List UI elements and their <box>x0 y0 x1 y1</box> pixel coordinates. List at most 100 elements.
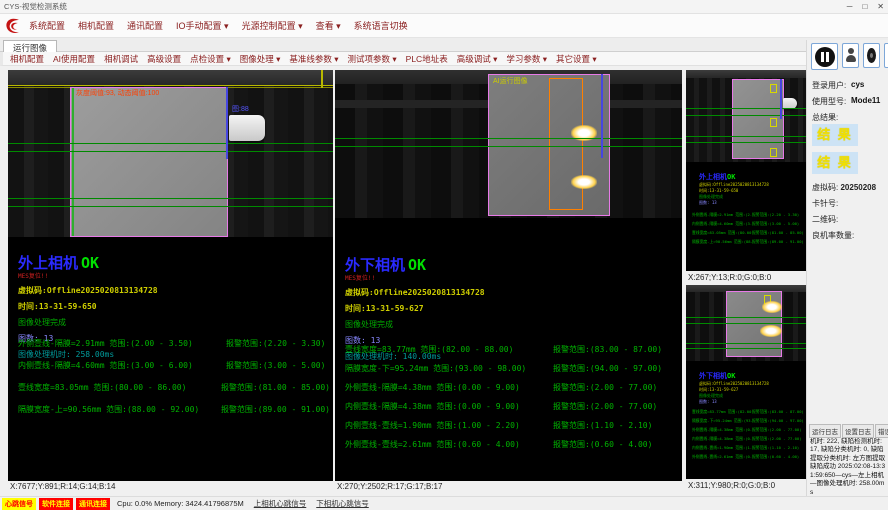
measurement-value: 内侧壹线-壹线=1.90mm 范围:(1.00 - 2.20) <box>345 420 553 439</box>
mes-status: MES复位!! <box>18 271 158 280</box>
thumbnail-canvas-lower[interactable]: 外下相机OK 虚拟码:Offline2025020813134728 时间:13… <box>686 285 806 479</box>
process-done: 图像处理完成 <box>18 317 158 328</box>
login-user-value: cys <box>851 80 864 89</box>
measurement-value: 外侧壹线-隔膜=2.91mm 范围:(2.00 - 3.50) <box>18 338 226 360</box>
main-area: 灰度阈值:93, 动态阈值:100 图:88 外上相机OK MES复位!! 虚拟… <box>0 66 806 496</box>
virtual-code-value: 20250208 <box>840 183 876 192</box>
software-link-badge: 软件连接 <box>39 498 73 510</box>
log-output[interactable]: 机时: 222, 缺陷检测机时: 17, 缺陷分类机时: 0, 缺陷提取分类机时… <box>810 438 886 494</box>
menu-item[interactable]: 查看 ▾ <box>316 19 341 32</box>
detected-part <box>70 87 228 237</box>
camera-title: 外下相机OK <box>345 258 485 273</box>
maximize-icon[interactable]: □ <box>862 0 867 14</box>
toolbar-item[interactable]: 其它设置 ▾ <box>556 53 597 65</box>
pause-icon <box>815 47 835 67</box>
right-sidebar: 登录用户: cys 使用型号: Mode11 总结果: 结 果 结 果 虚拟码:… <box>806 40 888 496</box>
menu-item[interactable]: 相机配置 <box>78 19 114 32</box>
measurement-row: 外侧壹线-壹线=2.61mm 范围:(0.60 - 4.00) 报警范围:(0.… <box>345 439 677 458</box>
menu-item[interactable]: 通讯配置 <box>127 19 163 32</box>
alarm-range: 报警范围:(89.00 - 91.00) <box>221 404 330 426</box>
toolbar-item[interactable]: AI使用配置 <box>53 53 95 65</box>
close-icon[interactable]: ✕ <box>877 0 884 14</box>
timestamp: 时间:13-31-59-627 <box>345 303 485 314</box>
camera-image-lower: AI运行图像 <box>335 70 682 218</box>
upper-camera-heartbeat-link[interactable]: 上相机心跳信号 <box>254 498 307 509</box>
reflection-spot <box>762 301 782 313</box>
alarm-range: 报警范围:(2.00 - 77.00) <box>553 401 657 420</box>
measurement-row: 内侧壹线-壹线=1.90mm 范围:(1.00 - 2.20) 报警范围:(1.… <box>345 420 677 439</box>
menu-item[interactable]: 光源控制配置 ▾ <box>242 19 303 32</box>
thumbnail-view-upper: 外上相机OK 虚拟码:Offline2025020813134728 时间:13… <box>686 70 806 283</box>
title-bar: CYS-视觉检测系统 ─ □ ✕ <box>0 0 888 14</box>
app-logo-icon <box>3 16 23 36</box>
timestamp: 时间:13-31-59-650 <box>18 301 158 312</box>
ai-detect-box <box>770 148 777 157</box>
exit-button[interactable] <box>884 43 888 68</box>
measurement-value: 内侧壹线-隔膜=4.60mm 范围:(3.00 - 6.00) <box>18 360 226 382</box>
toolbar-item[interactable]: 高级调试 ▾ <box>457 53 498 65</box>
pixel-readout-lower: X:270;Y:2502;R:17;G:17;B:17 <box>335 481 682 492</box>
measurement-value: 内侧壹线-隔膜=4.38mm 范围:(0.00 - 9.00) <box>345 401 553 420</box>
window-title: CYS-视觉检测系统 <box>0 0 888 14</box>
menu-item[interactable]: 系统配置 <box>29 19 65 32</box>
camera-image-upper: 灰度阈值:93, 动态阈值:100 图:88 <box>8 70 333 237</box>
window-controls: ─ □ ✕ <box>847 0 884 14</box>
yield-count-label: 良机率数量: <box>812 230 854 241</box>
ai-detect-box <box>770 118 777 127</box>
model-value: Mode11 <box>851 96 880 105</box>
lower-camera-heartbeat-link[interactable]: 下相机心跳信号 <box>316 498 369 509</box>
total-result-label: 总结果: <box>812 112 838 123</box>
result-badge-upper: 结 果 <box>812 124 858 146</box>
toolbar-item[interactable]: 测试项参数 ▾ <box>348 53 397 65</box>
camera-view-upper: 灰度阈值:93, 动态阈值:100 图:88 外上相机OK MES复位!! 虚拟… <box>8 70 333 492</box>
thumbnail-image <box>686 285 806 361</box>
measurement-row: 隔膜宽度-上=90.56mm 范围:(88.00 - 92.00) 报警范围:(… <box>18 404 330 426</box>
pause-button[interactable] <box>811 43 838 70</box>
thumbnail-measurements: 壹线宽度=83.77mm 范围:(82.00 - 88.00) 报警范围:(83… <box>692 409 804 463</box>
measurement-row: 外侧壹线-隔膜=4.38mm 范围:(0.00 - 9.00) 报警范围:(2.… <box>345 382 677 401</box>
toolbar-item[interactable]: 学习参数 ▾ <box>506 53 547 65</box>
minimize-icon[interactable]: ─ <box>847 0 853 14</box>
login-user-label: 登录用户: <box>812 80 846 91</box>
alarm-range: 报警范围:(3.00 - 5.00) <box>226 360 325 382</box>
app-window: CYS-视觉检测系统 ─ □ ✕ 系统配置相机配置通讯配置IO手动配置 ▾光源控… <box>0 0 888 522</box>
camera-canvas-lower[interactable]: AI运行图像 外下相机OK MES复位!! 虚拟码:Offline2025020… <box>335 70 682 481</box>
log-tab[interactable]: 运行日志 <box>809 424 841 438</box>
reflection-spot <box>760 325 782 337</box>
measurement-row: 壹线宽度=83.05mm 范围:(80.00 - 86.00) 报警范围:(81… <box>18 382 330 404</box>
menu-bar: 系统配置相机配置通讯配置 IO手动配置 ▾ 光源控制配置 ▾ 查看 ▾ 系统语言切换 <box>0 14 888 38</box>
toolbar-item[interactable]: PLC地址表 <box>406 53 448 65</box>
toolbar-item[interactable]: 基准线参数 ▾ <box>289 53 338 65</box>
measurement-row: 内侧壹线-隔膜=4.60mm 范围:(3.00 - 6.00) 报警范围:(3.… <box>18 360 330 382</box>
log-tab[interactable]: 设置日志 <box>842 424 874 438</box>
thumbnail-canvas-upper[interactable]: 外上相机OK 虚拟码:Offline2025020813134728 时间:13… <box>686 70 806 271</box>
lock-button[interactable] <box>863 43 880 68</box>
qr-code-label: 二维码: <box>812 214 838 225</box>
measurement-row: 隔膜宽度-下=95.24mm 范围:(93.00 - 98.00) 报警范围:(… <box>345 363 677 382</box>
virtual-code: 虚拟码:Offline2025020813134728 <box>345 287 485 298</box>
login-user-button[interactable] <box>842 43 859 68</box>
heartbeat-badge: 心跳信号 <box>2 498 36 510</box>
measurement-value: 隔膜宽度-下=95.24mm 范围:(93.00 - 98.00) <box>345 363 553 382</box>
log-tab[interactable]: 错误日志 <box>875 424 888 438</box>
measurement-row: 壹线宽度=83.77mm 范围:(82.00 - 88.00) 报警范围:(83… <box>345 344 677 363</box>
model-label: 使用型号: <box>812 96 846 107</box>
alarm-range: 报警范围:(2.00 - 77.00) <box>553 382 657 401</box>
toolbar: 相机配置 AI使用配置相机调试高级设置点检设置 ▾ 图像处理 ▾ 基准线参数 ▾ 测试项… <box>0 52 806 66</box>
thumbnail-overlay: 外下相机OK 虚拟码:Offline2025020813134728 时间:13… <box>699 371 769 405</box>
alarm-range: 报警范围:(81.00 - 85.00) <box>221 382 330 404</box>
pixel-readout-upper: X:7677;Y:891;R:14;G:14;B:14 <box>8 481 333 492</box>
toolbar-item[interactable]: 相机调试 <box>104 53 138 65</box>
toolbar-item[interactable]: 图像处理 ▾ <box>240 53 281 65</box>
thumbnail-image <box>686 70 806 162</box>
toolbar-item[interactable]: 点检设置 ▾ <box>190 53 231 65</box>
camera-title: 外下相机OK <box>699 371 769 381</box>
toolbar-item[interactable]: 相机配置 <box>10 53 44 65</box>
toolbar-item[interactable]: 高级设置 <box>147 53 181 65</box>
tab-strip: 运行图像 <box>0 38 888 52</box>
menu-item[interactable]: 系统语言切换 <box>354 19 408 32</box>
menu-item[interactable]: IO手动配置 ▾ <box>176 19 229 32</box>
status-bar: 心跳信号 软件连接 通讯连接 Cpu: 0.0% Memory: 3424.41… <box>0 496 888 510</box>
camera-canvas-upper[interactable]: 灰度阈值:93, 动态阈值:100 图:88 外上相机OK MES复位!! 虚拟… <box>8 70 333 481</box>
ai-detect-box <box>770 84 777 93</box>
